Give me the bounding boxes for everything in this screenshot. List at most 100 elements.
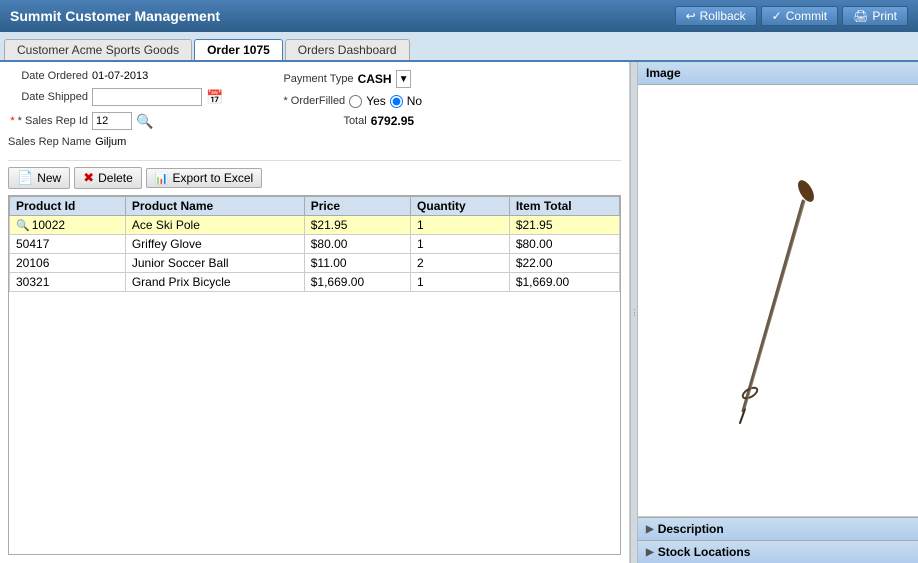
- tab-bar: Customer Acme Sports Goods Order 1075 Or…: [0, 32, 918, 62]
- cell-item-total: $1,669.00: [509, 273, 619, 292]
- form-col-left: Date Ordered 01-07-2013 Date Shipped 📅 *…: [8, 70, 223, 150]
- search-icon[interactable]: 🔍: [136, 113, 153, 130]
- table-row[interactable]: 50417Griffey Glove$80.001$80.00: [10, 235, 620, 254]
- product-image: [678, 171, 878, 431]
- payment-type-value: CASH: [358, 72, 392, 86]
- cell-quantity: 1: [411, 273, 510, 292]
- sales-rep-name-value: Giljum: [95, 136, 126, 148]
- cell-product-id: 30321: [10, 273, 126, 292]
- left-panel: Date Ordered 01-07-2013 Date Shipped 📅 *…: [0, 62, 630, 563]
- date-shipped-input[interactable]: [92, 88, 202, 106]
- cell-product-name: Grand Prix Bicycle: [125, 273, 304, 292]
- table-row[interactable]: 🔍 10022Ace Ski Pole$21.951$21.95: [10, 216, 620, 235]
- form-section: Date Ordered 01-07-2013 Date Shipped 📅 *…: [8, 70, 621, 150]
- cell-product-id: 20106: [10, 254, 126, 273]
- sales-rep-name-row: Sales Rep Name Giljum: [8, 136, 223, 148]
- description-arrow-icon: ▶: [646, 524, 654, 535]
- ski-pole-svg: [718, 161, 838, 441]
- cell-price: $11.00: [304, 254, 410, 273]
- stock-locations-label: Stock Locations: [658, 545, 751, 559]
- right-panel: Image: [638, 62, 918, 563]
- payment-type-dropdown[interactable]: ▼: [396, 70, 412, 88]
- form-col-right: Payment Type CASH ▼ * OrderFilled Yes No…: [283, 70, 422, 150]
- row-search-icon[interactable]: 🔍: [16, 219, 30, 232]
- splitter-handle: ⋮: [631, 308, 638, 317]
- order-items-table-container: Product Id Product Name Price Quantity I…: [8, 195, 621, 555]
- cell-price: $21.95: [304, 216, 410, 235]
- cell-product-name: Junior Soccer Ball: [125, 254, 304, 273]
- panel-splitter[interactable]: ⋮: [630, 62, 638, 563]
- app-title: Summit Customer Management: [10, 8, 220, 24]
- order-filled-no-radio[interactable]: [390, 95, 403, 108]
- stock-locations-accordion: ▶ Stock Locations: [638, 540, 918, 563]
- col-price: Price: [304, 197, 410, 216]
- order-filled-yes-label: Yes: [366, 94, 386, 108]
- title-bar: Summit Customer Management ↩ Rollback ✓ …: [0, 0, 918, 32]
- cell-price: $1,669.00: [304, 273, 410, 292]
- date-ordered-label: Date Ordered: [8, 70, 88, 82]
- cell-quantity: 1: [411, 216, 510, 235]
- commit-icon: ✓: [772, 9, 782, 23]
- order-items-table: Product Id Product Name Price Quantity I…: [9, 196, 620, 292]
- date-picker-button[interactable]: 📅: [206, 89, 223, 106]
- cell-item-total: $80.00: [509, 235, 619, 254]
- new-button[interactable]: 📄 New: [8, 167, 70, 189]
- col-product-id: Product Id: [10, 197, 126, 216]
- date-shipped-label: Date Shipped: [8, 91, 88, 103]
- cell-item-total: $21.95: [509, 216, 619, 235]
- table-row[interactable]: 30321Grand Prix Bicycle$1,669.001$1,669.…: [10, 273, 620, 292]
- date-ordered-value: 01-07-2013: [92, 70, 148, 82]
- col-product-name: Product Name: [125, 197, 304, 216]
- cell-quantity: 1: [411, 235, 510, 254]
- items-toolbar: 📄 New ✖ Delete 📊 Export to Excel: [8, 167, 621, 189]
- sales-rep-id-label: * Sales Rep Id: [8, 115, 88, 127]
- sales-rep-id-input[interactable]: [92, 112, 132, 130]
- cell-product-name: Ace Ski Pole: [125, 216, 304, 235]
- sales-rep-name-label: Sales Rep Name: [8, 136, 91, 148]
- table-row[interactable]: 20106Junior Soccer Ball$11.002$22.00: [10, 254, 620, 273]
- cell-product-id: 🔍 10022: [10, 216, 126, 235]
- date-ordered-row: Date Ordered 01-07-2013: [8, 70, 223, 82]
- delete-button[interactable]: ✖ Delete: [74, 167, 142, 189]
- rollback-button[interactable]: ↩ Rollback: [675, 6, 757, 26]
- col-quantity: Quantity: [411, 197, 510, 216]
- payment-type-label: Payment Type: [283, 73, 353, 85]
- description-accordion: ▶ Description: [638, 517, 918, 540]
- new-icon: 📄: [17, 170, 33, 186]
- title-bar-actions: ↩ Rollback ✓ Commit 🖨 Print: [675, 6, 908, 26]
- delete-icon: ✖: [83, 170, 94, 186]
- cell-product-name: Griffey Glove: [125, 235, 304, 254]
- print-icon: 🖨: [853, 9, 868, 23]
- description-header[interactable]: ▶ Description: [638, 518, 918, 540]
- cell-price: $80.00: [304, 235, 410, 254]
- col-item-total: Item Total: [509, 197, 619, 216]
- cell-item-total: $22.00: [509, 254, 619, 273]
- date-shipped-row: Date Shipped 📅: [8, 88, 223, 106]
- description-label: Description: [658, 522, 724, 536]
- sales-rep-id-row: * Sales Rep Id 🔍: [8, 112, 223, 130]
- separator: [8, 160, 621, 161]
- commit-button[interactable]: ✓ Commit: [761, 6, 838, 26]
- tab-customer[interactable]: Customer Acme Sports Goods: [4, 39, 192, 60]
- total-value: 6792.95: [371, 114, 414, 128]
- export-button[interactable]: 📊 Export to Excel: [146, 168, 262, 188]
- tab-dashboard[interactable]: Orders Dashboard: [285, 39, 410, 60]
- order-filled-no-label: No: [407, 94, 422, 108]
- rollback-icon: ↩: [686, 9, 696, 23]
- image-header: Image: [638, 62, 918, 85]
- payment-type-row: Payment Type CASH ▼: [283, 70, 422, 88]
- tab-order[interactable]: Order 1075: [194, 39, 283, 60]
- stock-locations-arrow-icon: ▶: [646, 547, 654, 558]
- cell-product-id: 50417: [10, 235, 126, 254]
- image-content: [638, 85, 918, 516]
- print-button[interactable]: 🖨 Print: [842, 6, 908, 26]
- cell-quantity: 2: [411, 254, 510, 273]
- total-label: Total: [343, 115, 366, 127]
- main-content: Date Ordered 01-07-2013 Date Shipped 📅 *…: [0, 62, 918, 563]
- stock-locations-header[interactable]: ▶ Stock Locations: [638, 541, 918, 563]
- order-filled-row: * OrderFilled Yes No: [283, 94, 422, 108]
- export-icon: 📊: [155, 172, 169, 185]
- order-filled-label: * OrderFilled: [283, 95, 345, 107]
- image-panel: Image: [638, 62, 918, 517]
- order-filled-yes-radio[interactable]: [349, 95, 362, 108]
